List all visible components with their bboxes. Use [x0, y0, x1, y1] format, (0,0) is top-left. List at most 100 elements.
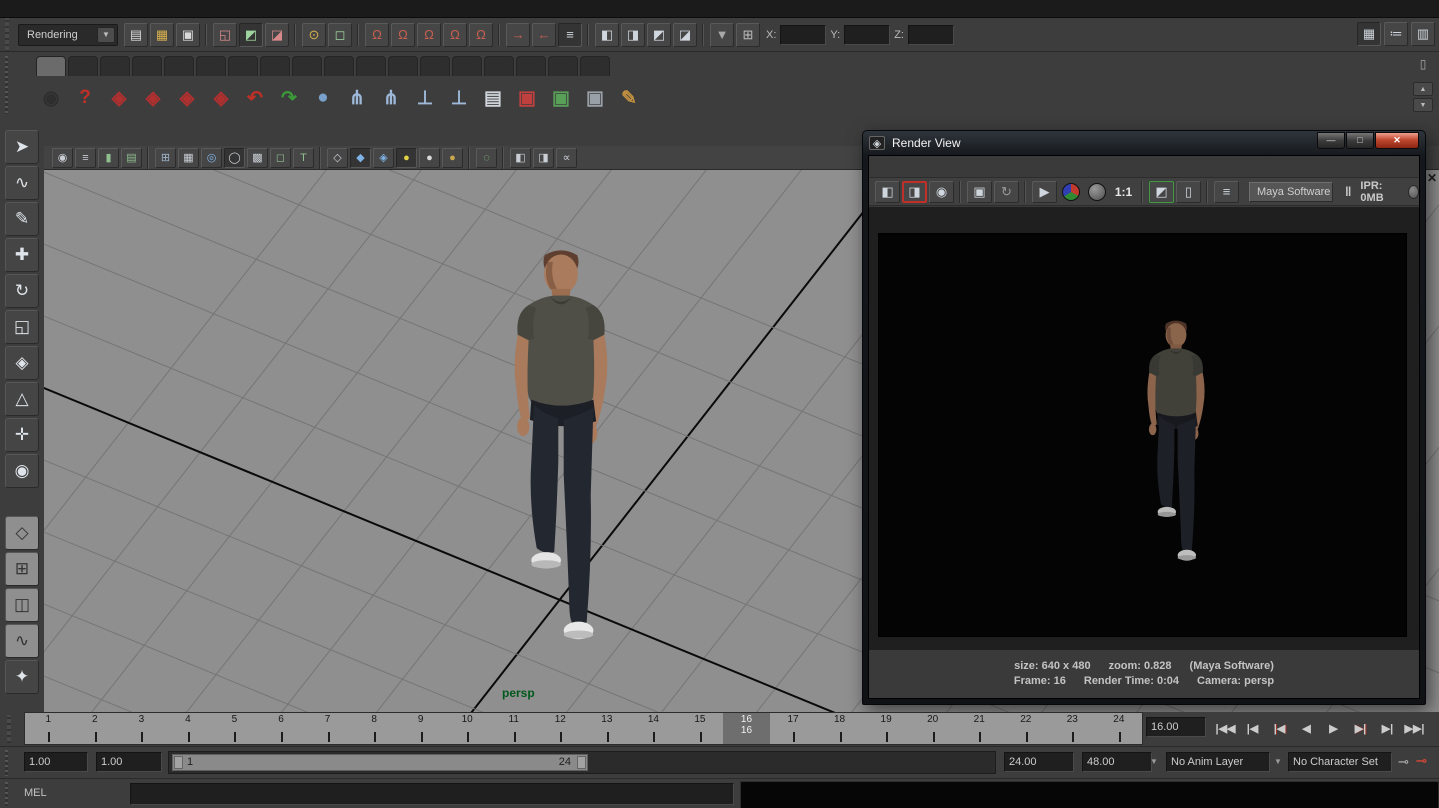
timeline-frame[interactable]: 10: [444, 713, 491, 744]
shelf-scroll-up-button[interactable]: ▲: [1413, 82, 1433, 96]
timeline-frame[interactable]: 23: [1049, 713, 1096, 744]
render-view-titlebar[interactable]: ◈ Render View —□✕: [863, 131, 1425, 155]
ungroup-icon[interactable]: ⋔: [376, 83, 406, 113]
shelf-tab[interactable]: [484, 56, 514, 76]
duplicate-icon[interactable]: ▣: [512, 83, 542, 113]
timeline-frame[interactable]: 1616: [723, 713, 770, 744]
range-grip[interactable]: [2, 750, 12, 776]
delete-history-icon[interactable]: ✎: [614, 83, 644, 113]
snap-to-curve-icon[interactable]: Ω: [391, 23, 415, 47]
timeline-frame[interactable]: 7: [304, 713, 351, 744]
parent-icon[interactable]: ⊥: [410, 83, 440, 113]
snap-to-view-plane-icon[interactable]: Ω: [443, 23, 467, 47]
grid-icon[interactable]: ⊞: [155, 148, 176, 168]
share-view-icon[interactable]: ∝: [556, 148, 577, 168]
redo-icon[interactable]: ↷: [274, 83, 304, 113]
range-start-handle[interactable]: [174, 756, 183, 769]
go-to-end-button[interactable]: ▶▶|: [1402, 715, 1427, 741]
layout-single-pane[interactable]: ◇: [5, 516, 39, 550]
open-scene-icon[interactable]: ▦: [150, 23, 174, 47]
playback-start-field[interactable]: [96, 752, 162, 772]
layout-persp-outliner[interactable]: ◫: [5, 588, 39, 622]
go-to-start-button[interactable]: |◀◀: [1213, 715, 1238, 741]
camera-dolly-icon[interactable]: ◈: [172, 83, 202, 113]
smooth-shade-icon[interactable]: ◆: [350, 148, 371, 168]
play-backwards-button[interactable]: ◀: [1294, 715, 1319, 741]
highlight-selection-icon[interactable]: ◻: [328, 23, 352, 47]
select-camera-icon[interactable]: ◉: [52, 148, 73, 168]
gate-mask-icon[interactable]: ◯: [224, 148, 245, 168]
shelf-tab[interactable]: [164, 56, 194, 76]
shelf-tab[interactable]: [452, 56, 482, 76]
display-alpha-channel-icon[interactable]: [1088, 183, 1106, 201]
minimize-button[interactable]: —: [1317, 132, 1345, 149]
timeline-frame[interactable]: 6: [258, 713, 305, 744]
timeline-frame[interactable]: 21: [956, 713, 1003, 744]
shelf-tab[interactable]: [516, 56, 546, 76]
real-size-icon[interactable]: 1:1: [1111, 181, 1136, 203]
range-slider-bar[interactable]: 1 24: [172, 754, 588, 771]
timeline-frame[interactable]: 18: [816, 713, 863, 744]
camera-tumble-icon[interactable]: ◈: [104, 83, 134, 113]
step-forward-frame-button[interactable]: ▶|: [1375, 715, 1400, 741]
shelf-grip[interactable]: [2, 56, 12, 114]
open-render-view-icon[interactable]: ◧: [595, 23, 619, 47]
delete-unused-icon[interactable]: ●: [308, 83, 338, 113]
shelf-tab[interactable]: [132, 56, 162, 76]
safe-title-icon[interactable]: T: [293, 148, 314, 168]
viewport-select-icon[interactable]: ◌: [476, 148, 497, 168]
step-forward-key-button[interactable]: ▶|: [1348, 715, 1373, 741]
soft-modification-tool[interactable]: △: [5, 382, 39, 416]
use-all-lights-icon[interactable]: ●: [396, 148, 417, 168]
undo-icon[interactable]: ↶: [240, 83, 270, 113]
lasso-select-tool[interactable]: ∿: [5, 166, 39, 200]
close-button[interactable]: ✕: [1375, 132, 1419, 149]
select-by-component-icon[interactable]: ◪: [265, 23, 289, 47]
shelf-tab[interactable]: [260, 56, 290, 76]
group-icon[interactable]: ⋔: [342, 83, 372, 113]
mel-command-input[interactable]: [130, 783, 734, 805]
input-connections-icon[interactable]: →: [506, 23, 530, 47]
snap-to-grid-icon[interactable]: Ω: [365, 23, 389, 47]
timeline-frame[interactable]: 8: [351, 713, 398, 744]
construction-history-icon[interactable]: ≡: [558, 23, 582, 47]
timeline-frame[interactable]: 3: [118, 713, 165, 744]
chevron-down-icon[interactable]: ▼: [1274, 757, 1282, 766]
timeline-grip[interactable]: [2, 715, 16, 743]
time-slider[interactable]: 1234567891011121314151616171819202122232…: [24, 712, 1143, 745]
timeline-frame[interactable]: 20: [909, 713, 956, 744]
show-manipulator-tool[interactable]: ✛: [5, 418, 39, 452]
animation-end-field[interactable]: [1082, 752, 1152, 772]
trash-icon[interactable]: ▯: [1415, 56, 1431, 72]
shelf-tab[interactable]: [324, 56, 354, 76]
step-back-frame-button[interactable]: |◀: [1240, 715, 1265, 741]
absolute-relative-icon[interactable]: ⊞: [736, 23, 760, 47]
timeline-frame[interactable]: 17: [770, 713, 817, 744]
attribute-editor-icon[interactable]: ▦: [1357, 22, 1381, 46]
tool-settings-icon[interactable]: ≔: [1384, 22, 1408, 46]
render-current-frame-icon[interactable]: ◨: [621, 23, 645, 47]
last-tool-used[interactable]: ◉: [5, 454, 39, 488]
step-back-key-button[interactable]: |◀: [1267, 715, 1292, 741]
timeline-frame[interactable]: 15: [677, 713, 724, 744]
shelf-tab[interactable]: [580, 56, 610, 76]
timeline-frame[interactable]: 4: [165, 713, 212, 744]
poly-cube-icon[interactable]: ▣: [580, 83, 610, 113]
refresh-ipr-icon[interactable]: ↻: [994, 181, 1019, 203]
timeline-frame[interactable]: 19: [863, 713, 910, 744]
timeline-frame[interactable]: 1: [25, 713, 72, 744]
paint-selection-tool[interactable]: ✎: [5, 202, 39, 236]
shelf-tab[interactable]: [228, 56, 258, 76]
move-tool[interactable]: ✚: [5, 238, 39, 272]
timeline-frame[interactable]: 2: [72, 713, 119, 744]
shelf-tab[interactable]: [356, 56, 386, 76]
character-model[interactable]: [480, 243, 642, 648]
select-tool[interactable]: ➤: [5, 130, 39, 164]
ipr-render-icon[interactable]: ▣: [967, 181, 992, 203]
command-output-field[interactable]: [740, 781, 1439, 808]
select-by-hierarchy-icon[interactable]: ◱: [213, 23, 237, 47]
snap-to-point-icon[interactable]: Ω: [417, 23, 441, 47]
shelf-tab[interactable]: [68, 56, 98, 76]
camera-attributes-icon[interactable]: ≡: [75, 148, 96, 168]
resolution-gate-icon[interactable]: ◎: [201, 148, 222, 168]
